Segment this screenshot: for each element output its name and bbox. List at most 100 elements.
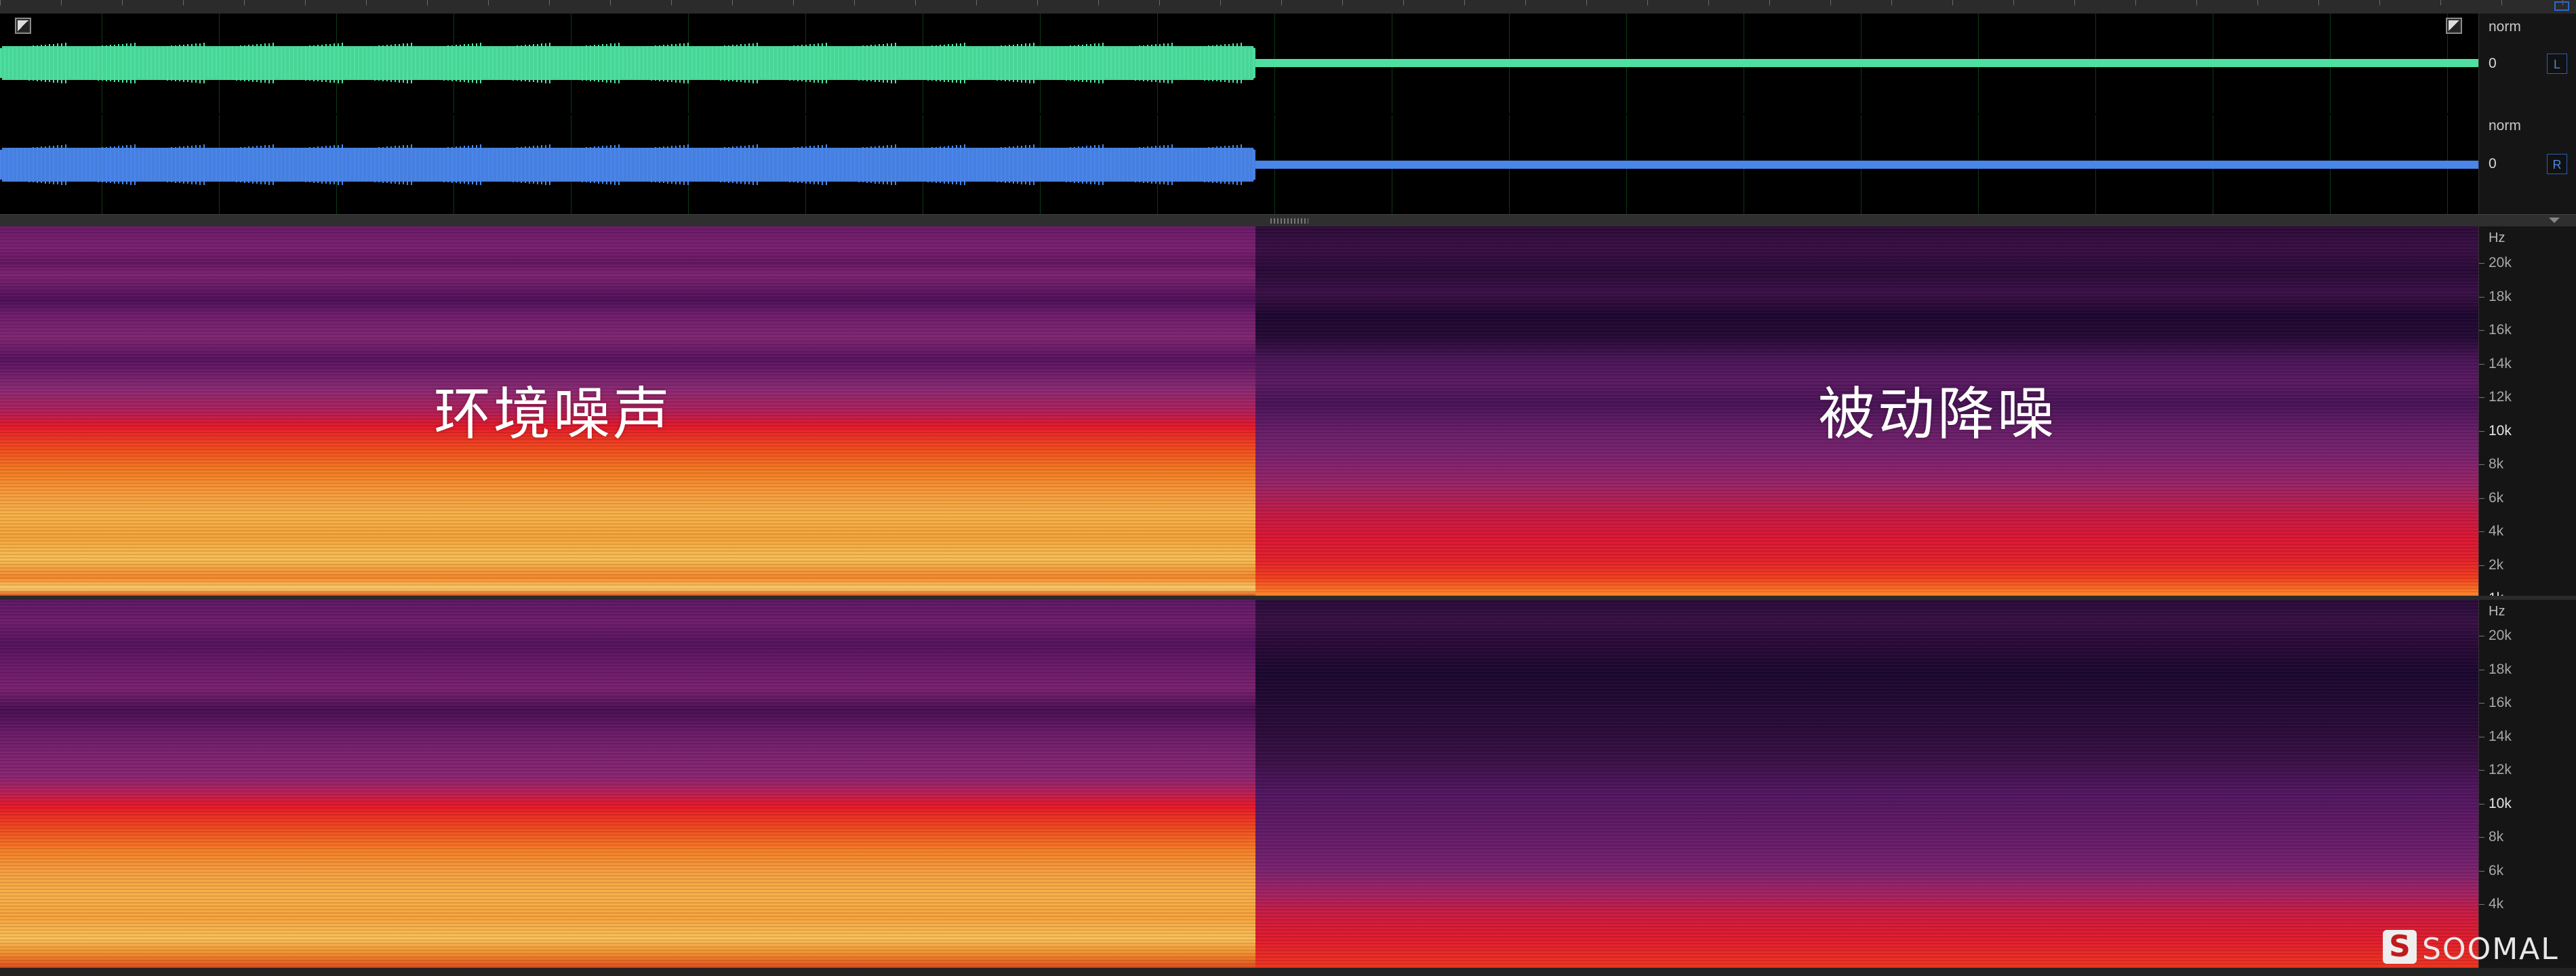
- frequency-tick: [2479, 703, 2484, 704]
- waveform-spike: [793, 45, 794, 81]
- waveform-spike: [1236, 43, 1238, 83]
- waveform-spike: [500, 47, 502, 79]
- frequency-tick-label: 8k: [2489, 829, 2504, 845]
- waveform-spike: [285, 47, 286, 79]
- divider-handle-icon[interactable]: [1270, 218, 1308, 224]
- waveform-spike: [903, 149, 904, 180]
- waveform-spike: [708, 47, 709, 79]
- waveform-spike: [447, 45, 449, 81]
- waveform-spike: [598, 44, 599, 82]
- waveform-spike: [635, 47, 636, 79]
- spectrogram-right-channel[interactable]: [0, 600, 2478, 968]
- waveform-spike: [826, 43, 827, 83]
- waveform-spike: [435, 148, 437, 182]
- frequency-tick: [2479, 296, 2484, 298]
- waveform-spike: [809, 146, 811, 184]
- waveform-spike: [199, 144, 201, 185]
- spectrogram-left-channel[interactable]: 环境噪声 被动降噪: [0, 226, 2478, 596]
- waveform-spike: [935, 146, 937, 183]
- waveform-fit-icon[interactable]: [2446, 18, 2462, 34]
- waveform-spike: [395, 146, 396, 184]
- waveform-spike: [773, 148, 774, 181]
- waveform-spike: [789, 147, 790, 182]
- channel-left-button[interactable]: L: [2547, 54, 2567, 74]
- ruler-tick: [1769, 0, 1770, 5]
- bottom-scrollbar[interactable]: [0, 968, 2576, 976]
- waveform-spike: [325, 44, 327, 82]
- time-ruler[interactable]: [0, 0, 2576, 14]
- waveform-spike: [329, 145, 331, 184]
- ruler-corner-icon[interactable]: [2554, 1, 2569, 11]
- collapse-icon[interactable]: [2549, 218, 2560, 223]
- waveform-spike: [696, 149, 697, 180]
- waveform-quiet-segment: [1255, 161, 2478, 169]
- frequency-tick-label: 16k: [2489, 322, 2512, 338]
- ruler-tick: [610, 0, 611, 5]
- waveform-spike: [1131, 46, 1132, 80]
- waveform-spike: [557, 149, 559, 180]
- waveform-spike: [382, 146, 384, 183]
- waveform-spike: [447, 147, 449, 182]
- waveform-zoom-icon[interactable]: [15, 18, 31, 34]
- view-divider[interactable]: [0, 214, 2576, 228]
- waveform-spike: [818, 43, 819, 83]
- channel-right-button[interactable]: R: [2547, 154, 2567, 174]
- waveform-spike: [822, 43, 823, 83]
- waveform-spike: [809, 44, 811, 82]
- waveform-area[interactable]: [0, 14, 2478, 215]
- waveform-spike: [927, 147, 929, 182]
- waveform-spike: [582, 147, 583, 182]
- waveform-spike: [1159, 145, 1161, 184]
- waveform-spike: [41, 45, 42, 81]
- waveform-spike: [724, 147, 725, 182]
- waveform-spike: [191, 145, 193, 184]
- waveform-spike: [33, 45, 34, 81]
- waveform-spike: [1245, 150, 1246, 180]
- waveform-spike: [549, 43, 550, 83]
- waveform-spike: [460, 146, 461, 184]
- waveform-spike: [565, 148, 567, 181]
- waveform-spike: [944, 146, 945, 184]
- soomal-logo-text: SOOMAL: [2422, 932, 2559, 967]
- waveform-spike: [940, 146, 941, 183]
- waveform-spike: [647, 46, 648, 80]
- waveform-spike: [687, 43, 689, 83]
- waveform-spike: [976, 47, 978, 79]
- waveform-spike: [866, 45, 868, 81]
- waveform-spike: [1114, 149, 1116, 180]
- waveform-spike: [525, 45, 526, 81]
- waveform-spike: [492, 149, 494, 180]
- ruler-tick: [1403, 0, 1404, 5]
- waveform-spike: [541, 43, 542, 83]
- waveform-spike: [557, 47, 559, 79]
- waveform-spike: [679, 145, 681, 184]
- waveform-spike: [16, 47, 18, 79]
- waveform-spike: [866, 146, 868, 183]
- waveform-spike: [1021, 145, 1022, 184]
- waveform-spike: [667, 44, 668, 82]
- waveform-channel-right[interactable]: [0, 115, 2478, 215]
- waveform-spike: [1151, 44, 1152, 82]
- waveform-spike: [313, 146, 315, 183]
- frequency-tick-label: 20k: [2489, 255, 2512, 270]
- waveform-spike: [496, 148, 498, 181]
- waveform-channel-left[interactable]: [0, 14, 2478, 113]
- waveform-spike: [663, 45, 664, 81]
- waveform-spike: [675, 145, 677, 184]
- waveform-spike: [1078, 146, 1079, 183]
- waveform-spike: [899, 150, 900, 180]
- waveform-spike: [1220, 146, 1222, 184]
- waveform-spike: [61, 144, 62, 185]
- waveform-spike: [980, 148, 982, 181]
- waveform-spike: [500, 148, 502, 181]
- waveform-spike: [1241, 144, 1242, 185]
- waveform-spike: [907, 149, 908, 180]
- waveform-spike: [785, 46, 786, 80]
- waveform-spike: [12, 148, 14, 181]
- scale-label-bottom: norm: [2489, 118, 2521, 134]
- waveform-spike: [122, 43, 123, 83]
- waveform-spike: [118, 146, 119, 184]
- waveform-spike: [517, 147, 518, 182]
- waveform-spike: [207, 150, 209, 180]
- waveform-spike: [256, 146, 258, 184]
